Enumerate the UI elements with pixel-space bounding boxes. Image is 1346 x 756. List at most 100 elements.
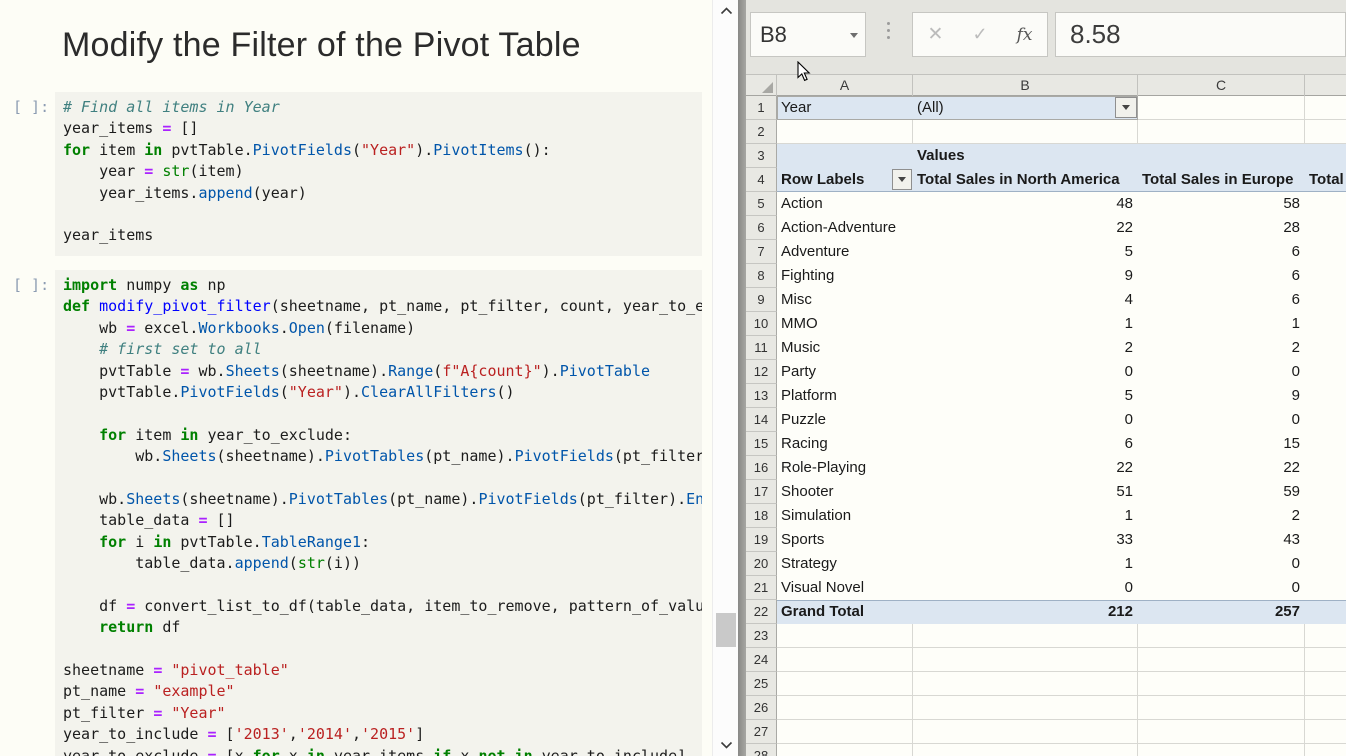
name-box[interactable]: B8 xyxy=(750,12,866,57)
cell-C13[interactable]: 9 xyxy=(1138,384,1300,408)
cell-B19[interactable]: 33 xyxy=(913,528,1133,552)
row-header-5[interactable]: 5 xyxy=(746,192,777,216)
row-header-16[interactable]: 16 xyxy=(746,456,777,480)
cell-C2[interactable] xyxy=(1138,120,1305,144)
row-header-23[interactable]: 23 xyxy=(746,624,777,648)
cell-C19[interactable]: 43 xyxy=(1138,528,1300,552)
cell-B24[interactable] xyxy=(913,648,1138,672)
cell-D4[interactable]: Total xyxy=(1309,168,1344,192)
row-header-10[interactable]: 10 xyxy=(746,312,777,336)
cell-C16[interactable]: 22 xyxy=(1138,456,1300,480)
cell-A5[interactable]: Action xyxy=(781,192,823,216)
cell-C4[interactable]: Total Sales in Europe xyxy=(1142,168,1293,192)
notebook-scrollbar[interactable] xyxy=(712,0,738,756)
row-header-2[interactable]: 2 xyxy=(746,120,777,144)
cell-B25[interactable] xyxy=(913,672,1138,696)
row-header-21[interactable]: 21 xyxy=(746,576,777,600)
row-header-28[interactable]: 28 xyxy=(746,744,777,756)
cell-B1[interactable]: (All) xyxy=(917,96,944,120)
cell-A11[interactable]: Music xyxy=(781,336,820,360)
cell-C23[interactable] xyxy=(1138,624,1305,648)
cell-D26[interactable] xyxy=(1305,696,1346,720)
cell-C6[interactable]: 28 xyxy=(1138,216,1300,240)
name-box-dropdown-icon[interactable] xyxy=(850,33,858,38)
pane-splitter[interactable] xyxy=(738,0,746,756)
cell-C11[interactable]: 2 xyxy=(1138,336,1300,360)
cell-A28[interactable] xyxy=(777,744,913,756)
column-header-D[interactable]: D xyxy=(1305,75,1346,96)
row-header-19[interactable]: 19 xyxy=(746,528,777,552)
row-header-11[interactable]: 11 xyxy=(746,336,777,360)
cell-A10[interactable]: MMO xyxy=(781,312,818,336)
cell-A7[interactable]: Adventure xyxy=(781,240,849,264)
cell-C18[interactable]: 2 xyxy=(1138,504,1300,528)
cell-B21[interactable]: 0 xyxy=(913,576,1133,600)
cell-A24[interactable] xyxy=(777,648,913,672)
row-header-17[interactable]: 17 xyxy=(746,480,777,504)
code-cell-1-source[interactable]: # Find all items in Yearyear_items = []f… xyxy=(63,97,702,247)
cell-B8[interactable]: 9 xyxy=(913,264,1133,288)
cell-B3[interactable]: Values xyxy=(917,144,965,168)
cell-A25[interactable] xyxy=(777,672,913,696)
cell-C25[interactable] xyxy=(1138,672,1305,696)
cell-A1[interactable]: Year xyxy=(781,96,811,120)
row-header-26[interactable]: 26 xyxy=(746,696,777,720)
row-header-14[interactable]: 14 xyxy=(746,408,777,432)
cell-A2[interactable] xyxy=(777,120,913,144)
cell-A26[interactable] xyxy=(777,696,913,720)
cell-B13[interactable]: 5 xyxy=(913,384,1133,408)
cell-B28[interactable] xyxy=(913,744,1138,756)
cell-A14[interactable]: Puzzle xyxy=(781,408,826,432)
cell-A15[interactable]: Racing xyxy=(781,432,828,456)
cell-A20[interactable]: Strategy xyxy=(781,552,837,576)
cell-C8[interactable]: 6 xyxy=(1138,264,1300,288)
page-filter-dropdown-button[interactable] xyxy=(1115,97,1137,118)
cell-D25[interactable] xyxy=(1305,672,1346,696)
cell-D23[interactable] xyxy=(1305,624,1346,648)
row-header-22[interactable]: 22 xyxy=(746,600,777,624)
code-cell-2-source[interactable]: import numpy as npdef modify_pivot_filte… xyxy=(63,275,702,756)
row-header-6[interactable]: 6 xyxy=(746,216,777,240)
cell-B20[interactable]: 1 xyxy=(913,552,1133,576)
row-header-13[interactable]: 13 xyxy=(746,384,777,408)
cell-A16[interactable]: Role-Playing xyxy=(781,456,866,480)
row-labels-dropdown-button[interactable] xyxy=(892,169,912,190)
cell-A21[interactable]: Visual Novel xyxy=(781,576,864,600)
enter-icon[interactable]: ✓ xyxy=(972,24,987,45)
cancel-icon[interactable]: ✕ xyxy=(928,23,944,46)
cell-D24[interactable] xyxy=(1305,648,1346,672)
cell-C20[interactable]: 0 xyxy=(1138,552,1300,576)
cell-B7[interactable]: 5 xyxy=(913,240,1133,264)
cell-A22[interactable]: Grand Total xyxy=(781,600,864,624)
row-header-25[interactable]: 25 xyxy=(746,672,777,696)
cell-B12[interactable]: 0 xyxy=(913,360,1133,384)
row-header-4[interactable]: 4 xyxy=(746,168,777,192)
row-header-8[interactable]: 8 xyxy=(746,264,777,288)
cell-D28[interactable] xyxy=(1305,744,1346,756)
cell-B27[interactable] xyxy=(913,720,1138,744)
cell-A12[interactable]: Party xyxy=(781,360,816,384)
cell-B14[interactable]: 0 xyxy=(913,408,1133,432)
cell-C15[interactable]: 15 xyxy=(1138,432,1300,456)
column-header-B[interactable]: B xyxy=(913,75,1138,96)
cell-A4[interactable]: Row Labels xyxy=(781,168,864,192)
cell-B15[interactable]: 6 xyxy=(913,432,1133,456)
scrollbar-thumb[interactable] xyxy=(716,613,736,647)
row-header-20[interactable]: 20 xyxy=(746,552,777,576)
cell-A23[interactable] xyxy=(777,624,913,648)
row-header-1[interactable]: 1 xyxy=(746,96,777,120)
column-header-C[interactable]: C xyxy=(1138,75,1305,96)
cell-B6[interactable]: 22 xyxy=(913,216,1133,240)
cell-A8[interactable]: Fighting xyxy=(781,264,834,288)
cell-B18[interactable]: 1 xyxy=(913,504,1133,528)
cell-C14[interactable]: 0 xyxy=(1138,408,1300,432)
cell-C12[interactable]: 0 xyxy=(1138,360,1300,384)
cell-D1[interactable] xyxy=(1305,96,1346,120)
cell-C1[interactable] xyxy=(1138,96,1305,120)
cell-C7[interactable]: 6 xyxy=(1138,240,1300,264)
cell-A19[interactable]: Sports xyxy=(781,528,824,552)
cell-B9[interactable]: 4 xyxy=(913,288,1133,312)
cell-C21[interactable]: 0 xyxy=(1138,576,1300,600)
row-header-7[interactable]: 7 xyxy=(746,240,777,264)
cell-B5[interactable]: 48 xyxy=(913,192,1133,216)
